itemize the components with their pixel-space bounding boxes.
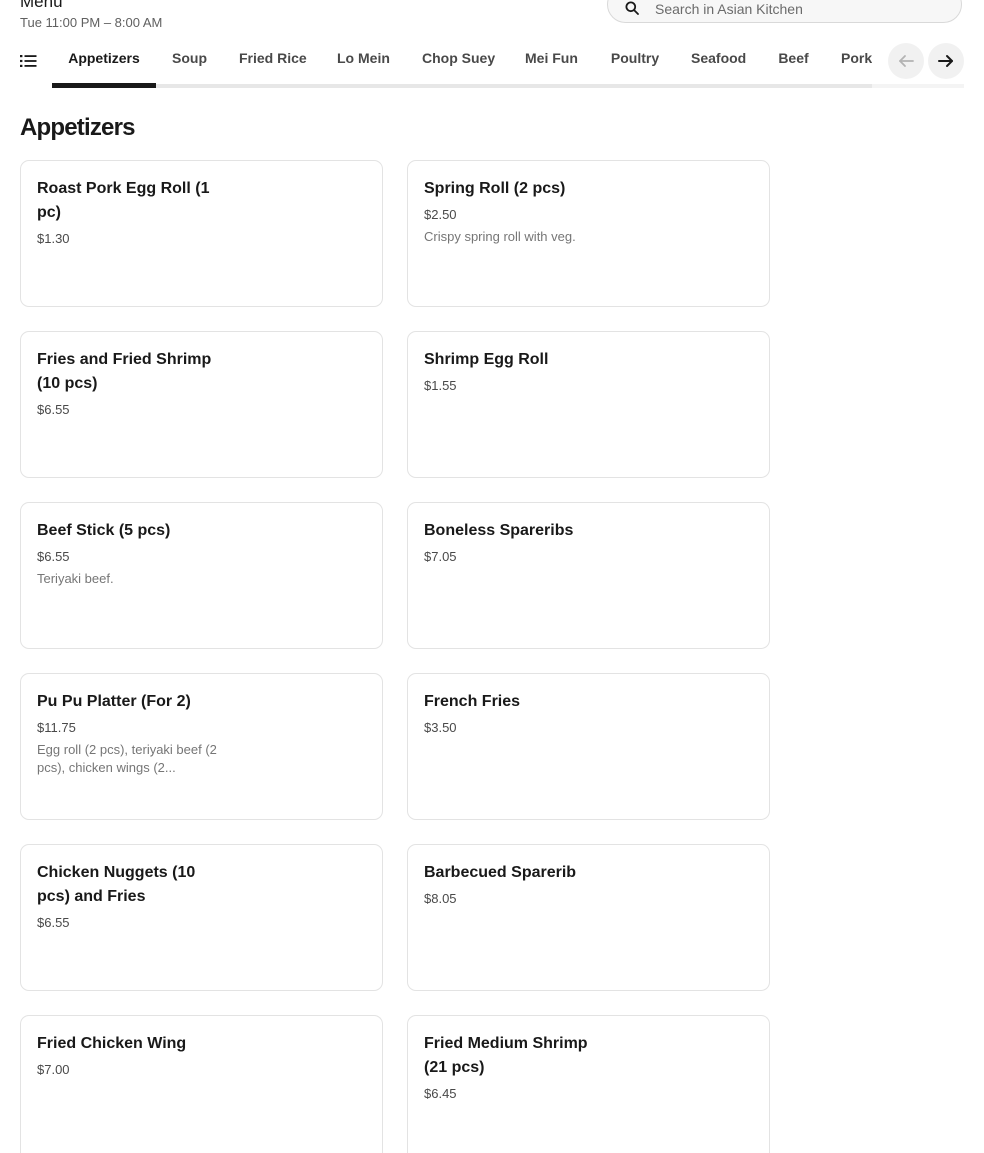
item-name: Fries and Fried Shrimp (10 pcs) [37,351,212,392]
item-description: Egg roll (2 pcs), teriyaki beef (2 pcs),… [37,742,217,775]
menu-item-card[interactable]: French Fries $3.50 [407,673,770,820]
search-bar[interactable] [607,0,962,23]
item-price: $6.55 [37,402,70,417]
tab-seafood[interactable]: Seafood [691,44,746,84]
item-price: $1.30 [37,231,70,246]
item-price: $6.55 [37,915,70,930]
item-price: $11.75 [37,720,76,735]
item-description: Crispy spring roll with veg. [424,229,576,244]
item-name: Boneless Spareribs [424,522,574,539]
tabs-prev-button[interactable] [888,43,924,79]
category-tabs: Appetizers Soup Fried Rice Lo Mein Chop … [52,44,872,88]
hours-text: Tue 11:00 PM – 8:00 AM [20,15,163,30]
item-name: Spring Roll (2 pcs) [424,180,566,197]
menu-item-card[interactable]: Fried Chicken Wing $7.00 [20,1015,383,1153]
menu-item-card[interactable]: Boneless Spareribs $7.05 [407,502,770,649]
tabs-track-end [872,84,964,88]
item-name: Chicken Nuggets (10 pcs) and Fries [37,864,196,905]
menu-item-card[interactable]: Chicken Nuggets (10 pcs) and Fries $6.55 [20,844,383,991]
menu-item-card[interactable]: Spring Roll (2 pcs) $2.50 Crispy spring … [407,160,770,307]
arrow-right-icon [938,55,953,67]
item-name: Barbecued Sparerib [424,864,577,881]
item-name: Roast Pork Egg Roll (1 pc) [37,180,210,221]
item-name: French Fries [424,693,521,710]
menu-item-card[interactable]: Barbecued Sparerib $8.05 [407,844,770,991]
tab-soup[interactable]: Soup [172,44,207,84]
tabs-scroll-track [52,84,872,88]
item-price: $2.50 [424,207,457,222]
tab-chop-suey[interactable]: Chop Suey [422,44,495,84]
tabs-next-button[interactable] [928,43,964,79]
tab-beef[interactable]: Beef [778,44,809,84]
tab-mei-fun[interactable]: Mei Fun [525,44,578,84]
item-name: Beef Stick (5 pcs) [37,522,171,539]
item-price: $6.55 [37,549,70,564]
menu-title: Menu [20,0,63,11]
item-name: Fried Chicken Wing [37,1035,187,1052]
section-title: Appetizers [20,114,136,141]
item-name: Pu Pu Platter (For 2) [37,693,191,710]
tab-fried-rice[interactable]: Fried Rice [239,44,307,84]
menu-item-card[interactable]: Fried Medium Shrimp (21 pcs) $6.45 [407,1015,770,1153]
search-icon [625,1,639,15]
item-description: Teriyaki beef. [37,571,114,586]
item-price: $3.50 [424,720,457,735]
tab-poultry[interactable]: Poultry [610,44,660,84]
item-name: Shrimp Egg Roll [424,351,549,368]
item-price: $8.05 [424,891,457,906]
tab-appetizers[interactable]: Appetizers [52,44,156,84]
menu-item-card[interactable]: Shrimp Egg Roll $1.55 [407,331,770,478]
arrow-left-icon [899,55,914,67]
item-price: $7.00 [37,1062,70,1077]
active-tab-indicator [52,83,156,88]
item-price: $6.45 [424,1086,457,1101]
item-price: $7.05 [424,549,457,564]
item-price: $1.55 [424,378,457,393]
list-icon[interactable] [20,54,37,68]
item-name: Fried Medium Shrimp (21 pcs) [424,1035,588,1076]
tab-lo-mein[interactable]: Lo Mein [337,44,390,84]
search-input[interactable] [655,0,945,18]
menu-item-card[interactable]: Fries and Fried Shrimp (10 pcs) $6.55 [20,331,383,478]
menu-item-card[interactable]: Pu Pu Platter (For 2) $11.75 Egg roll (2… [20,673,383,820]
menu-item-card[interactable]: Roast Pork Egg Roll (1 pc) $1.30 [20,160,383,307]
tab-pork[interactable]: Pork [841,44,872,84]
menu-item-card[interactable]: Beef Stick (5 pcs) $6.55 Teriyaki beef. [20,502,383,649]
